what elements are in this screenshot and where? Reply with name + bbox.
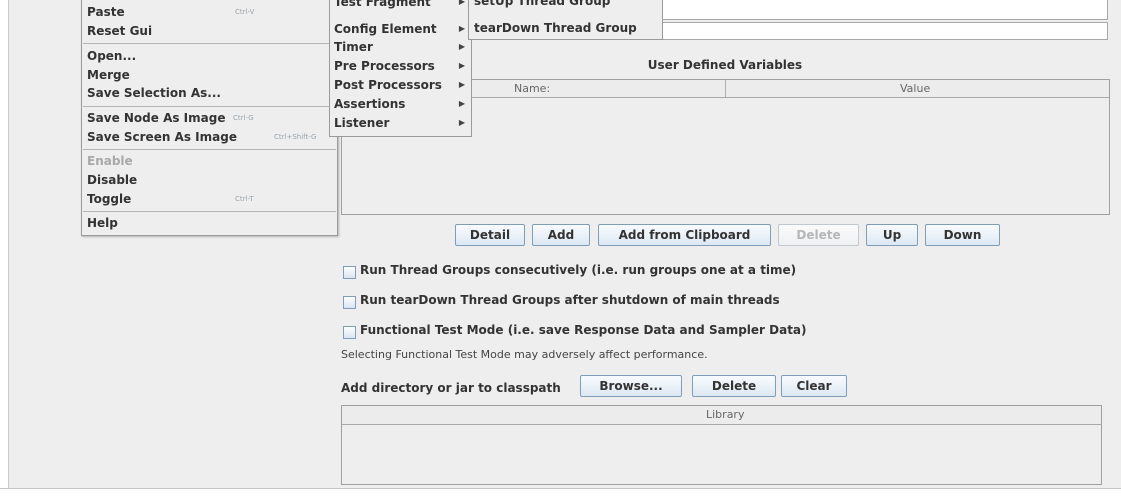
submenu-item-pre-processors[interactable]: Pre Processors ▶	[330, 58, 471, 77]
submenu-arrow-icon: ▶	[458, 24, 465, 33]
delete-classpath-button[interactable]: Delete	[692, 375, 776, 397]
submenu-arrow-icon: ▶	[458, 42, 465, 51]
menu-item-shortcut: Ctrl-G	[233, 114, 254, 122]
submenu-item-test-fragment[interactable]: Test Fragment ▶	[330, 0, 471, 13]
menu-item-label: Merge	[87, 68, 130, 82]
submenu-item-label: Timer	[334, 40, 373, 54]
menu-item-open[interactable]: Open...	[82, 48, 337, 66]
menu-item-label: Toggle	[87, 192, 132, 206]
delete-variable-button[interactable]: Delete	[778, 224, 859, 246]
menu-item-reset-gui[interactable]: Reset Gui	[82, 23, 337, 41]
submenu-item-label: Listener	[334, 116, 390, 130]
column-value[interactable]: Value	[900, 82, 930, 95]
detail-button[interactable]: Detail	[455, 224, 525, 246]
browse-button[interactable]: Browse...	[580, 375, 682, 397]
menu-item-label: Save Node As Image	[87, 111, 226, 125]
submenu-item-post-processors[interactable]: Post Processors ▶	[330, 77, 471, 96]
menu-item-disable[interactable]: Disable	[82, 172, 337, 190]
menu-item-help[interactable]: Help	[82, 215, 337, 233]
menu-item-shortcut: Ctrl+Shift-G	[274, 133, 317, 141]
submenu-arrow-icon: ▶	[458, 99, 465, 108]
menu-item-label: Enable	[87, 154, 133, 168]
run-consecutively-checkbox[interactable]	[343, 266, 356, 279]
menu-item-label: Reset Gui	[87, 24, 153, 38]
submenu-arrow-icon: ▶	[458, 61, 465, 70]
run-teardown-checkbox[interactable]	[343, 296, 356, 309]
thread-group-submenu: setUp Thread Group tearDown Thread Group	[468, 0, 663, 40]
up-button[interactable]: Up	[866, 224, 918, 246]
submenu-item-assertions[interactable]: Assertions ▶	[330, 96, 471, 115]
menu-item-label: Paste	[87, 5, 125, 19]
menu-item-paste[interactable]: Paste Ctrl-V	[82, 4, 337, 22]
submenu-item-listener[interactable]: Listener ▶	[330, 115, 471, 134]
context-menu: Paste Ctrl-V Reset Gui Open... Merge Sav…	[81, 0, 338, 236]
run-teardown-label: Run tearDown Thread Groups after shutdow…	[360, 293, 780, 307]
add-button[interactable]: Add	[532, 224, 590, 246]
menu-item-shortcut: Ctrl-T	[235, 195, 254, 203]
menu-separator	[83, 211, 336, 212]
column-library[interactable]: Library	[706, 408, 744, 421]
down-button[interactable]: Down	[925, 224, 1000, 246]
menu-item-shortcut: Ctrl-V	[235, 8, 255, 16]
submenu-item-config-element[interactable]: Config Element ▶	[330, 21, 471, 40]
menu-item-label: Open...	[87, 49, 137, 63]
menu-item-teardown-thread-group[interactable]: tearDown Thread Group	[474, 21, 637, 35]
functional-mode-label: Functional Test Mode (i.e. save Response…	[360, 323, 807, 337]
submenu-arrow-icon: ▶	[458, 0, 465, 6]
clear-button[interactable]: Clear	[781, 375, 847, 397]
menu-separator	[83, 43, 336, 44]
submenu-item-label: Post Processors	[334, 78, 442, 92]
add-from-clipboard-button[interactable]: Add from Clipboard	[598, 224, 771, 246]
submenu-arrow-icon: ▶	[458, 118, 465, 127]
submenu-item-label: Test Fragment	[334, 0, 431, 9]
status-bar	[0, 488, 1121, 502]
submenu-item-timer[interactable]: Timer ▶	[330, 39, 471, 58]
menu-item-save-node-as-image[interactable]: Save Node As Image Ctrl-G	[82, 110, 337, 128]
submenu-item-label: Assertions	[334, 97, 406, 111]
menu-item-toggle[interactable]: Toggle Ctrl-T	[82, 191, 337, 209]
submenu-arrow-icon: ▶	[458, 80, 465, 89]
menu-separator	[83, 106, 336, 107]
library-table[interactable]: Library	[341, 405, 1102, 485]
menu-item-setup-thread-group[interactable]: setUp Thread Group	[474, 0, 610, 8]
performance-note: Selecting Functional Test Mode may adver…	[341, 348, 708, 361]
column-divider	[725, 80, 726, 97]
functional-mode-checkbox[interactable]	[343, 326, 356, 339]
variables-title: User Defined Variables	[647, 58, 803, 72]
menu-item-save-selection-as[interactable]: Save Selection As...	[82, 85, 337, 103]
classpath-label: Add directory or jar to classpath	[341, 381, 561, 395]
menu-item-label: Disable	[87, 173, 138, 187]
menu-item-save-screen-as-image[interactable]: Save Screen As Image Ctrl+Shift-G	[82, 129, 337, 147]
submenu-item-label: Pre Processors	[334, 59, 435, 73]
column-name[interactable]: Name:	[514, 82, 550, 95]
menu-item-label: Save Screen As Image	[87, 130, 237, 144]
submenu-item-label: Config Element	[334, 22, 437, 36]
menu-item-enable[interactable]: Enable	[82, 153, 337, 171]
run-consecutively-label: Run Thread Groups consecutively (i.e. ru…	[360, 263, 797, 277]
menu-item-merge[interactable]: Merge	[82, 67, 337, 85]
menu-item-label: Help	[87, 216, 118, 230]
add-submenu: Test Fragment ▶ Config Element ▶ Timer ▶…	[329, 0, 472, 137]
library-table-header: Library	[342, 406, 1101, 425]
menu-separator	[83, 149, 336, 150]
menu-item-label: Save Selection As...	[87, 86, 221, 100]
